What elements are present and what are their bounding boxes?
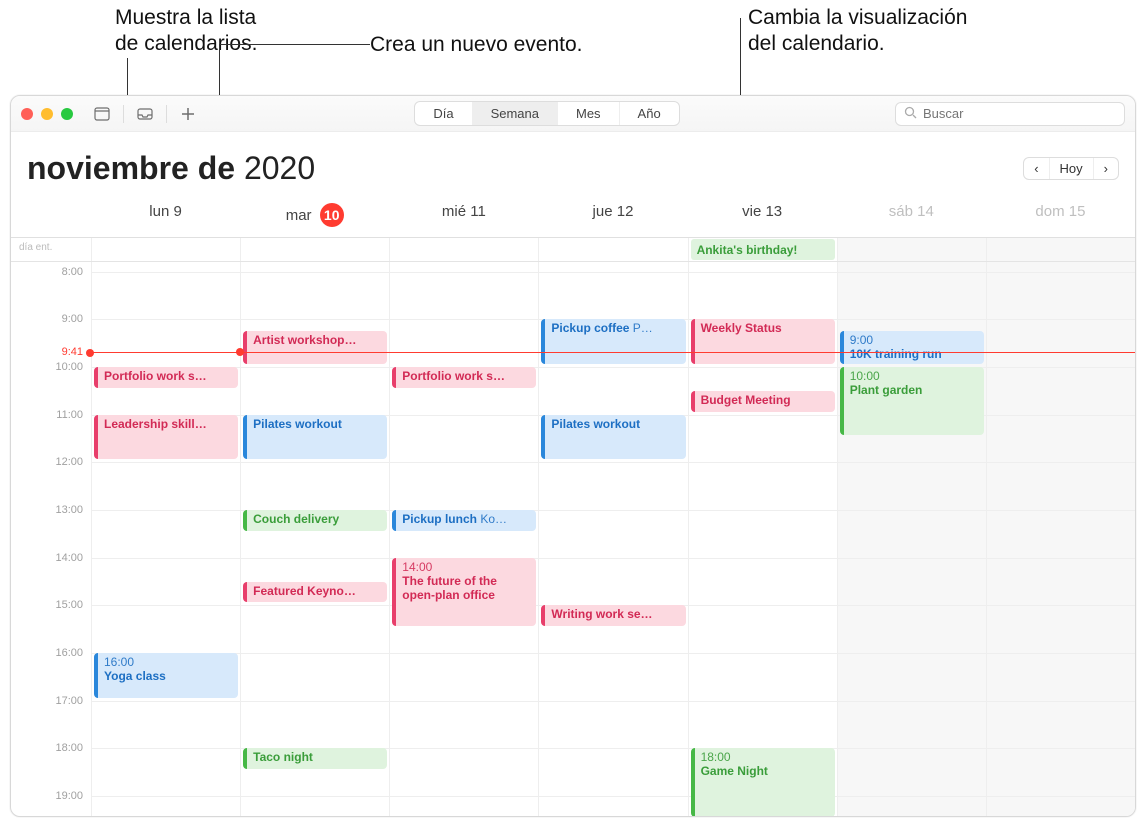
event[interactable]: Portfolio work s… (392, 367, 536, 388)
allday-cell-lun[interactable] (91, 238, 240, 261)
time-label: 13:00 (55, 504, 83, 516)
time-label: 10:00 (55, 361, 83, 373)
day-header-mié: mié 11 (389, 195, 538, 237)
time-label: 8:00 (62, 266, 83, 278)
day-column-sab[interactable]: 9:0010K training run10:00Plant garden (837, 262, 986, 817)
event[interactable]: Pickup coffee P… (541, 319, 685, 364)
close-button[interactable] (21, 108, 33, 120)
event[interactable]: Writing work se… (541, 605, 685, 626)
event[interactable]: Pickup lunch Ko… (392, 510, 536, 531)
event[interactable]: Pilates workout (541, 415, 685, 460)
prev-button[interactable]: ‹ (1024, 158, 1049, 179)
time-label: 11:00 (56, 409, 83, 421)
time-label: 16:00 (55, 647, 83, 659)
today-button[interactable]: Hoy (1050, 158, 1094, 179)
time-label: 12:00 (55, 456, 83, 468)
event[interactable]: Budget Meeting (691, 391, 835, 412)
event[interactable]: 9:0010K training run (840, 331, 984, 364)
allday-cell-sab[interactable] (837, 238, 986, 261)
event[interactable]: 16:00Yoga class (94, 653, 238, 698)
header: noviembre de 2020 ‹ Hoy › (11, 132, 1135, 195)
day-header-lun: lun 9 (91, 195, 240, 237)
time-label: 14:00 (55, 552, 83, 564)
zoom-button[interactable] (61, 108, 73, 120)
event[interactable]: Featured Keyno… (243, 582, 387, 603)
allday-cell-jue[interactable] (538, 238, 687, 261)
event[interactable]: Pilates workout (243, 415, 387, 460)
now-line (91, 352, 1135, 353)
callout-show-list: Muestra la lista de calendarios. (115, 5, 257, 57)
day-column-dom[interactable] (986, 262, 1135, 817)
search-field[interactable] (895, 102, 1125, 126)
day-header-mar: mar 10 (240, 195, 389, 237)
day-column-lun[interactable]: Portfolio work s… Leadership skill… 16:00Y… (91, 262, 240, 817)
time-label: 9:00 (62, 313, 83, 325)
time-label: 19:00 (55, 790, 83, 802)
allday-cell-dom[interactable] (986, 238, 1135, 261)
day-column-mar[interactable]: Artist workshop… Pilates workout Couch del… (240, 262, 389, 817)
event[interactable]: Leadership skill… (94, 415, 238, 460)
now-dot (236, 348, 244, 356)
calendars-list-button[interactable] (91, 103, 113, 125)
now-time-label: 9:41 (62, 346, 83, 358)
event[interactable]: 14:00The future of the open-plan office (392, 558, 536, 627)
day-column-vie[interactable]: Weekly Status Budget Meeting 18:00Game Nig… (688, 262, 837, 817)
time-gutter: 8:00 9:00 10:00 11:00 12:00 13:00 14:00 15:00 16… (11, 262, 91, 817)
event[interactable]: Weekly Status (691, 319, 835, 364)
separator (123, 105, 124, 123)
view-day[interactable]: Día (415, 102, 472, 125)
inbox-button[interactable] (134, 103, 156, 125)
view-switcher: Día Semana Mes Año (414, 101, 679, 126)
time-label: 18:00 (55, 742, 83, 754)
allday-cell-vie[interactable]: Ankita's birthday! (688, 238, 837, 261)
allday-event[interactable]: Ankita's birthday! (691, 239, 835, 260)
week-grid: 8:00 9:00 10:00 11:00 12:00 13:00 14:00 15:00 16… (11, 262, 1135, 817)
event[interactable]: Portfolio work s… (94, 367, 238, 388)
allday-cell-mar[interactable] (240, 238, 389, 261)
new-event-button[interactable] (177, 103, 199, 125)
search-input[interactable] (923, 106, 1116, 121)
calendar-window: Día Semana Mes Año noviembre de 2020 ‹ H… (10, 95, 1136, 817)
allday-row: día ent. Ankita's birthday! (11, 238, 1135, 262)
view-month[interactable]: Mes (558, 102, 620, 125)
day-header-jue: jue 12 (538, 195, 687, 237)
callout-new-event: Crea un nuevo evento. (370, 32, 582, 58)
window-controls (21, 108, 73, 120)
day-header: lun 9mar 10mié 11jue 12vie 13sáb 14dom 1… (11, 195, 1135, 238)
event[interactable]: 10:00Plant garden (840, 367, 984, 436)
separator (166, 105, 167, 123)
allday-label: día ent. (11, 238, 91, 261)
day-header-vie: vie 13 (688, 195, 837, 237)
time-label: 15:00 (55, 599, 83, 611)
allday-cell-mie[interactable] (389, 238, 538, 261)
nav-group: ‹ Hoy › (1023, 157, 1119, 180)
event[interactable]: Taco night (243, 748, 387, 769)
search-icon (904, 106, 917, 122)
view-week[interactable]: Semana (473, 102, 558, 125)
callout-line (219, 44, 370, 45)
day-header-dom: dom 15 (986, 195, 1135, 237)
today-badge: 10 (320, 203, 344, 227)
day-header-sáb: sáb 14 (837, 195, 986, 237)
event[interactable]: Artist workshop… (243, 331, 387, 364)
day-column-jue[interactable]: Pickup coffee P… Pilates workout Writing w… (538, 262, 687, 817)
month-title: noviembre de 2020 (27, 150, 315, 187)
day-column-mie[interactable]: Portfolio work s… Pickup lunch Ko… 14:00Th… (389, 262, 538, 817)
callout-change-view: Cambia la visualización del calendario. (748, 5, 967, 57)
titlebar: Día Semana Mes Año (11, 96, 1135, 132)
time-label: 17:00 (55, 695, 83, 707)
next-button[interactable]: › (1094, 158, 1118, 179)
minimize-button[interactable] (41, 108, 53, 120)
cols: Portfolio work s… Leadership skill… 16:00Y… (91, 262, 1135, 817)
view-year[interactable]: Año (620, 102, 679, 125)
event[interactable]: 18:00Game Night (691, 748, 835, 817)
event[interactable]: Couch delivery (243, 510, 387, 531)
